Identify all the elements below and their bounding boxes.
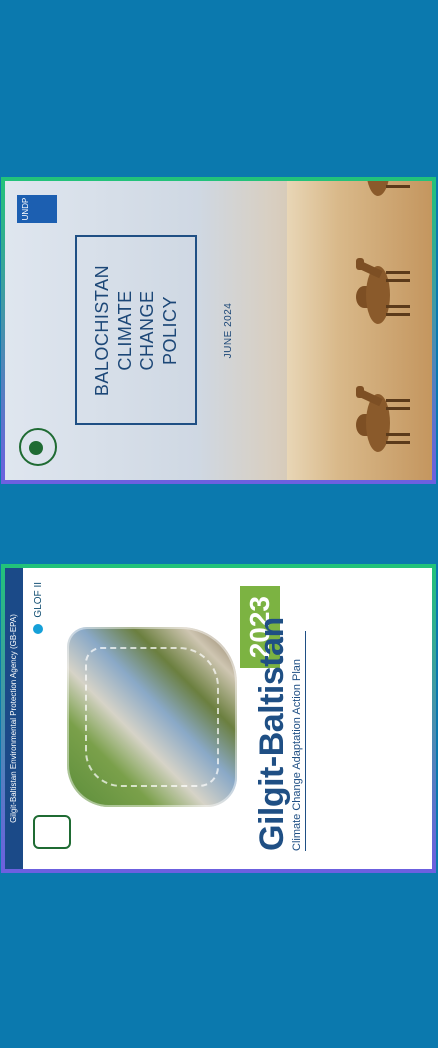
- undp-logo-icon: UNDP: [17, 195, 57, 223]
- divider-line: [305, 631, 306, 851]
- cover-title: Gilgit-Baltistan: [253, 617, 291, 851]
- gilgit-baltistan-map-collage: [67, 627, 237, 807]
- agency-stripe: Gilgit-Baltistan Environmental Protectio…: [5, 568, 23, 869]
- cover-date: JUNE 2024: [223, 302, 234, 359]
- camel-icon: [352, 181, 414, 206]
- desert-photo: [287, 181, 432, 480]
- government-emblem-icon: [33, 815, 71, 849]
- cover-title-box: BALOCHISTAN CLIMATE CHANGE POLICY: [75, 235, 197, 426]
- cover-title-line-3: POLICY: [159, 295, 180, 366]
- cover-frame-balochistan[interactable]: UNDP BALOCHISTAN CLIMATE CHANGE POLICY J…: [1, 177, 436, 484]
- govt-balochistan-seal-icon: [19, 428, 57, 466]
- glof-ii-logo-icon: GLOF II: [33, 582, 44, 635]
- cover-gilgit-baltistan-adaptation-plan[interactable]: Gilgit-Baltistan Environmental Protectio…: [5, 568, 432, 869]
- camel-icon: [352, 376, 414, 462]
- glof-ii-dot-icon: [33, 624, 44, 635]
- camel-icon: [352, 248, 414, 334]
- cover-frame-gilgit-baltistan[interactable]: Gilgit-Baltistan Environmental Protectio…: [1, 564, 436, 873]
- page-background: [0, 0, 438, 1048]
- cover-balochistan-climate-change-policy[interactable]: UNDP BALOCHISTAN CLIMATE CHANGE POLICY J…: [5, 181, 432, 480]
- glof-ii-label: GLOF II: [33, 582, 44, 618]
- cover-title-line-2: CLIMATE CHANGE: [114, 290, 158, 371]
- cover-title-line-1: BALOCHISTAN: [92, 264, 112, 397]
- cover-subtitle: Climate Change Adaptation Action Plan: [291, 658, 303, 851]
